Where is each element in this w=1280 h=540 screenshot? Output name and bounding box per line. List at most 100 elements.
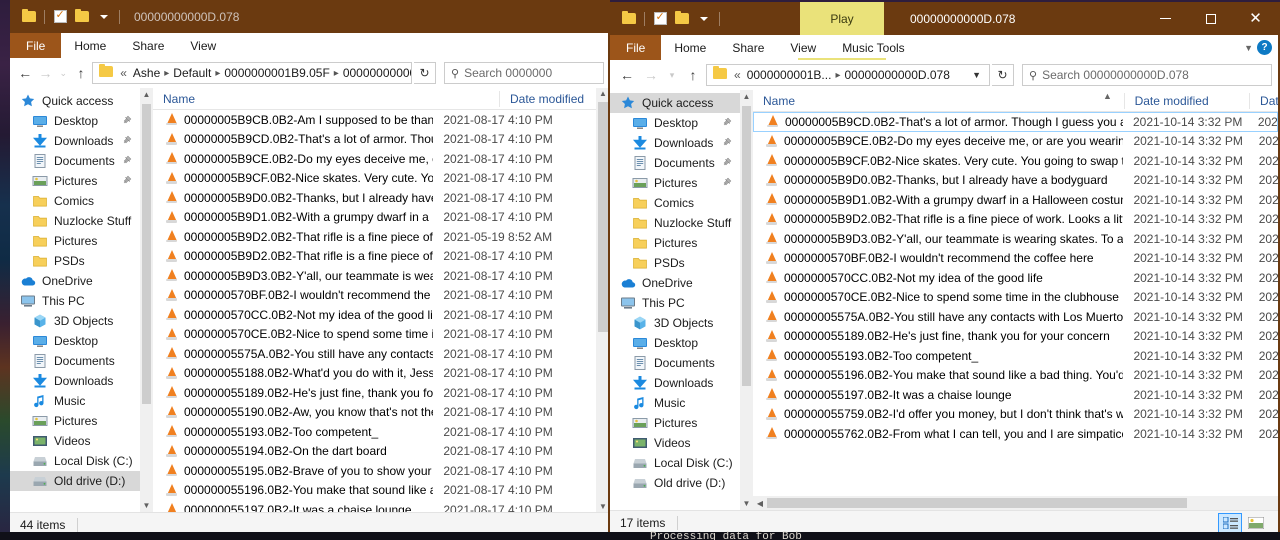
back-button-left[interactable]: ←	[16, 61, 34, 85]
sidebar-item-pictures[interactable]: Pictures	[610, 173, 740, 193]
table-row[interactable]: 00000005B9CD.0B2-That's a lot of armor. …	[753, 112, 1278, 132]
pin-icon[interactable]	[722, 137, 732, 149]
sidebar-item-videos[interactable]: Videos	[610, 433, 740, 453]
table-row[interactable]: 000000055189.0B2-He's just fine, thank y…	[753, 327, 1278, 347]
sidebar-item-documents[interactable]: Documents	[10, 351, 140, 371]
up-button-left[interactable]: ↑	[72, 61, 90, 85]
tab-home-right[interactable]: Home	[661, 35, 719, 60]
sidebar-item-pictures[interactable]: Pictures	[10, 231, 140, 251]
pin-icon[interactable]	[122, 175, 132, 187]
sidebar-item-onedrive[interactable]: OneDrive	[10, 271, 140, 291]
recent-locations-icon-left[interactable]: ⌄	[57, 61, 70, 85]
table-row[interactable]: 00000005B9CF.0B2-Nice skates. Very cute.…	[753, 151, 1278, 171]
file-name-cell[interactable]: 00000005B9CB.0B2-Am I supposed to be tha…	[153, 113, 433, 127]
column-header-date-modified-left[interactable]: Date modified	[499, 91, 596, 107]
search-input-right[interactable]: ⚲ Search 00000000000D.078	[1022, 64, 1272, 86]
sidebar-item-3d-objects[interactable]: 3D Objects	[610, 313, 740, 333]
file-name-cell[interactable]: 000000055759.0B2-I'd offer you money, bu…	[753, 407, 1123, 421]
sidebar-item-onedrive[interactable]: OneDrive	[610, 273, 740, 293]
file-name-cell[interactable]: 000000055188.0B2-What'd you do with it, …	[153, 366, 433, 380]
quick-access-toolbar-left[interactable]	[10, 0, 124, 33]
table-row[interactable]: 000000055194.0B2-On the dart board2021-0…	[153, 442, 596, 462]
pin-icon[interactable]	[722, 157, 732, 169]
scroll-down-icon[interactable]: ▼	[743, 499, 751, 508]
breadcrumb-overflow[interactable]: «	[117, 66, 130, 80]
table-row[interactable]: 000000055190.0B2-Aw, you know that's not…	[153, 403, 596, 423]
ribbon-right-controls[interactable]: ▼ ?	[1244, 35, 1278, 60]
file-name-cell[interactable]: 00000005575A.0B2-You still have any cont…	[753, 310, 1123, 324]
scrollbar-thumb[interactable]	[767, 498, 1187, 508]
recent-locations-icon-right[interactable]: ▾	[664, 63, 680, 87]
table-row[interactable]: 0000000570BF.0B2-I wouldn't recommend th…	[153, 286, 596, 306]
sidebar-item-old-drive-d[interactable]: Old drive (D:)	[10, 471, 140, 491]
file-name-cell[interactable]: 00000005B9D2.0B2-That rifle is a fine pi…	[153, 230, 433, 244]
navigation-pane-scrollbar-left[interactable]: ▲ ▼	[140, 88, 153, 512]
table-row[interactable]: 00000005B9D2.0B2-That rifle is a fine pi…	[153, 227, 596, 247]
table-row[interactable]: 00000005B9D0.0B2-Thanks, but I already h…	[153, 188, 596, 208]
table-row[interactable]: 000000055197.0B2-It was a chaise lounge2…	[753, 385, 1278, 405]
table-row[interactable]: 000000055188.0B2-What'd you do with it, …	[153, 364, 596, 384]
file-explorer-window-left[interactable]: 00000000000D.078 File Home Share View ← …	[10, 0, 610, 536]
file-name-cell[interactable]: 0000000570CC.0B2-Not my idea of the good…	[153, 308, 433, 322]
table-row[interactable]: 000000055197.0B2-It was a chaise lounge2…	[153, 500, 596, 512]
file-name-cell[interactable]: 00000005B9D1.0B2-With a grumpy dwarf in …	[153, 210, 433, 224]
breadcrumb-item-0[interactable]: 0000000001B...	[744, 68, 835, 82]
column-header-date-right[interactable]: Dat	[1249, 93, 1278, 109]
file-name-cell[interactable]: 0000000570CC.0B2-Not my idea of the good…	[753, 271, 1123, 285]
file-name-cell[interactable]: 000000055189.0B2-He's just fine, thank y…	[753, 329, 1123, 343]
table-row[interactable]: 000000055762.0B2-From what I can tell, y…	[753, 424, 1278, 444]
sidebar-item-comics[interactable]: Comics	[610, 193, 740, 213]
table-row[interactable]: 000000055195.0B2-Brave of you to show yo…	[153, 461, 596, 481]
breadcrumb-item-1[interactable]: 00000000000D.078	[841, 68, 952, 82]
forward-button-right[interactable]: →	[640, 63, 662, 87]
sidebar-item-downloads[interactable]: Downloads	[610, 373, 740, 393]
table-row[interactable]: 00000005B9CD.0B2-That's a lot of armor. …	[153, 130, 596, 150]
pin-icon[interactable]	[722, 117, 732, 129]
sidebar-item-this-pc[interactable]: This PC	[610, 293, 740, 313]
scrollbar-thumb[interactable]	[142, 104, 151, 404]
properties-icon[interactable]	[49, 0, 71, 33]
view-mode-buttons[interactable]	[1218, 513, 1268, 533]
file-name-cell[interactable]: 0000000570CE.0B2-Nice to spend some time…	[153, 327, 433, 341]
sidebar-item-old-drive-d[interactable]: Old drive (D:)	[610, 473, 740, 493]
navigation-pane-right[interactable]: Quick accessDesktopDownloadsDocumentsPic…	[610, 90, 740, 510]
window-controls-right[interactable]: ✕	[1143, 2, 1278, 35]
scroll-left-icon[interactable]: ◀	[753, 499, 767, 508]
table-row[interactable]: 00000005575A.0B2-You still have any cont…	[753, 307, 1278, 327]
minimize-button[interactable]	[1143, 2, 1188, 35]
table-row[interactable]: 00000005B9D2.0B2-That rifle is a fine pi…	[753, 210, 1278, 230]
large-icons-view-button[interactable]	[1244, 513, 1268, 533]
sidebar-item-downloads[interactable]: Downloads	[10, 371, 140, 391]
table-row[interactable]: 00000005B9D3.0B2-Y'all, our teammate is …	[753, 229, 1278, 249]
file-name-cell[interactable]: 00000005B9D0.0B2-Thanks, but I already h…	[153, 191, 433, 205]
sidebar-item-music[interactable]: Music	[10, 391, 140, 411]
table-row[interactable]: 0000000570BF.0B2-I wouldn't recommend th…	[753, 249, 1278, 269]
table-row[interactable]: 0000000570CE.0B2-Nice to spend some time…	[753, 288, 1278, 308]
sidebar-item-pictures[interactable]: Pictures	[10, 171, 140, 191]
up-button-right[interactable]: ↑	[682, 63, 704, 87]
table-row[interactable]: 000000055193.0B2-Too competent_2021-08-1…	[153, 422, 596, 442]
file-name-cell[interactable]: 000000055190.0B2-Aw, you know that's not…	[153, 405, 433, 419]
sidebar-item-music[interactable]: Music	[610, 393, 740, 413]
folder-icon[interactable]	[618, 2, 640, 35]
table-row[interactable]: 000000055196.0B2-You make that sound lik…	[753, 366, 1278, 386]
maximize-button[interactable]	[1188, 2, 1233, 35]
help-icon[interactable]: ?	[1257, 40, 1272, 55]
file-name-cell[interactable]: 00000005B9D1.0B2-With a grumpy dwarf in …	[753, 193, 1123, 207]
new-folder-icon[interactable]	[71, 0, 93, 33]
new-folder-icon[interactable]	[671, 2, 693, 35]
file-name-cell[interactable]: 00000005B9D3.0B2-Y'all, our teammate is …	[753, 232, 1123, 246]
table-row[interactable]: 00000005B9CE.0B2-Do my eyes deceive me, …	[153, 149, 596, 169]
sidebar-item-local-disk-c[interactable]: Local Disk (C:)	[610, 453, 740, 473]
navigation-bar-left[interactable]: ← → ⌄ ↑ « Ashe ▸ Default ▸ 0000000001B9.…	[10, 58, 610, 88]
file-name-cell[interactable]: 00000005B9CD.0B2-That's a lot of armor. …	[754, 115, 1123, 129]
customize-dropdown-icon[interactable]	[693, 2, 715, 35]
file-name-cell[interactable]: 00000005B9D2.0B2-That rifle is a fine pi…	[153, 249, 433, 263]
sidebar-item-desktop[interactable]: Desktop	[610, 333, 740, 353]
file-name-cell[interactable]: 00000005B9CD.0B2-That's a lot of armor. …	[153, 132, 433, 146]
table-row[interactable]: 00000005B9D3.0B2-Y'all, our teammate is …	[153, 266, 596, 286]
scrollbar-thumb[interactable]	[742, 106, 751, 386]
folder-icon[interactable]	[18, 0, 40, 33]
file-name-cell[interactable]: 000000055196.0B2-You make that sound lik…	[753, 368, 1123, 382]
file-name-cell[interactable]: 000000055197.0B2-It was a chaise lounge	[753, 388, 1123, 402]
